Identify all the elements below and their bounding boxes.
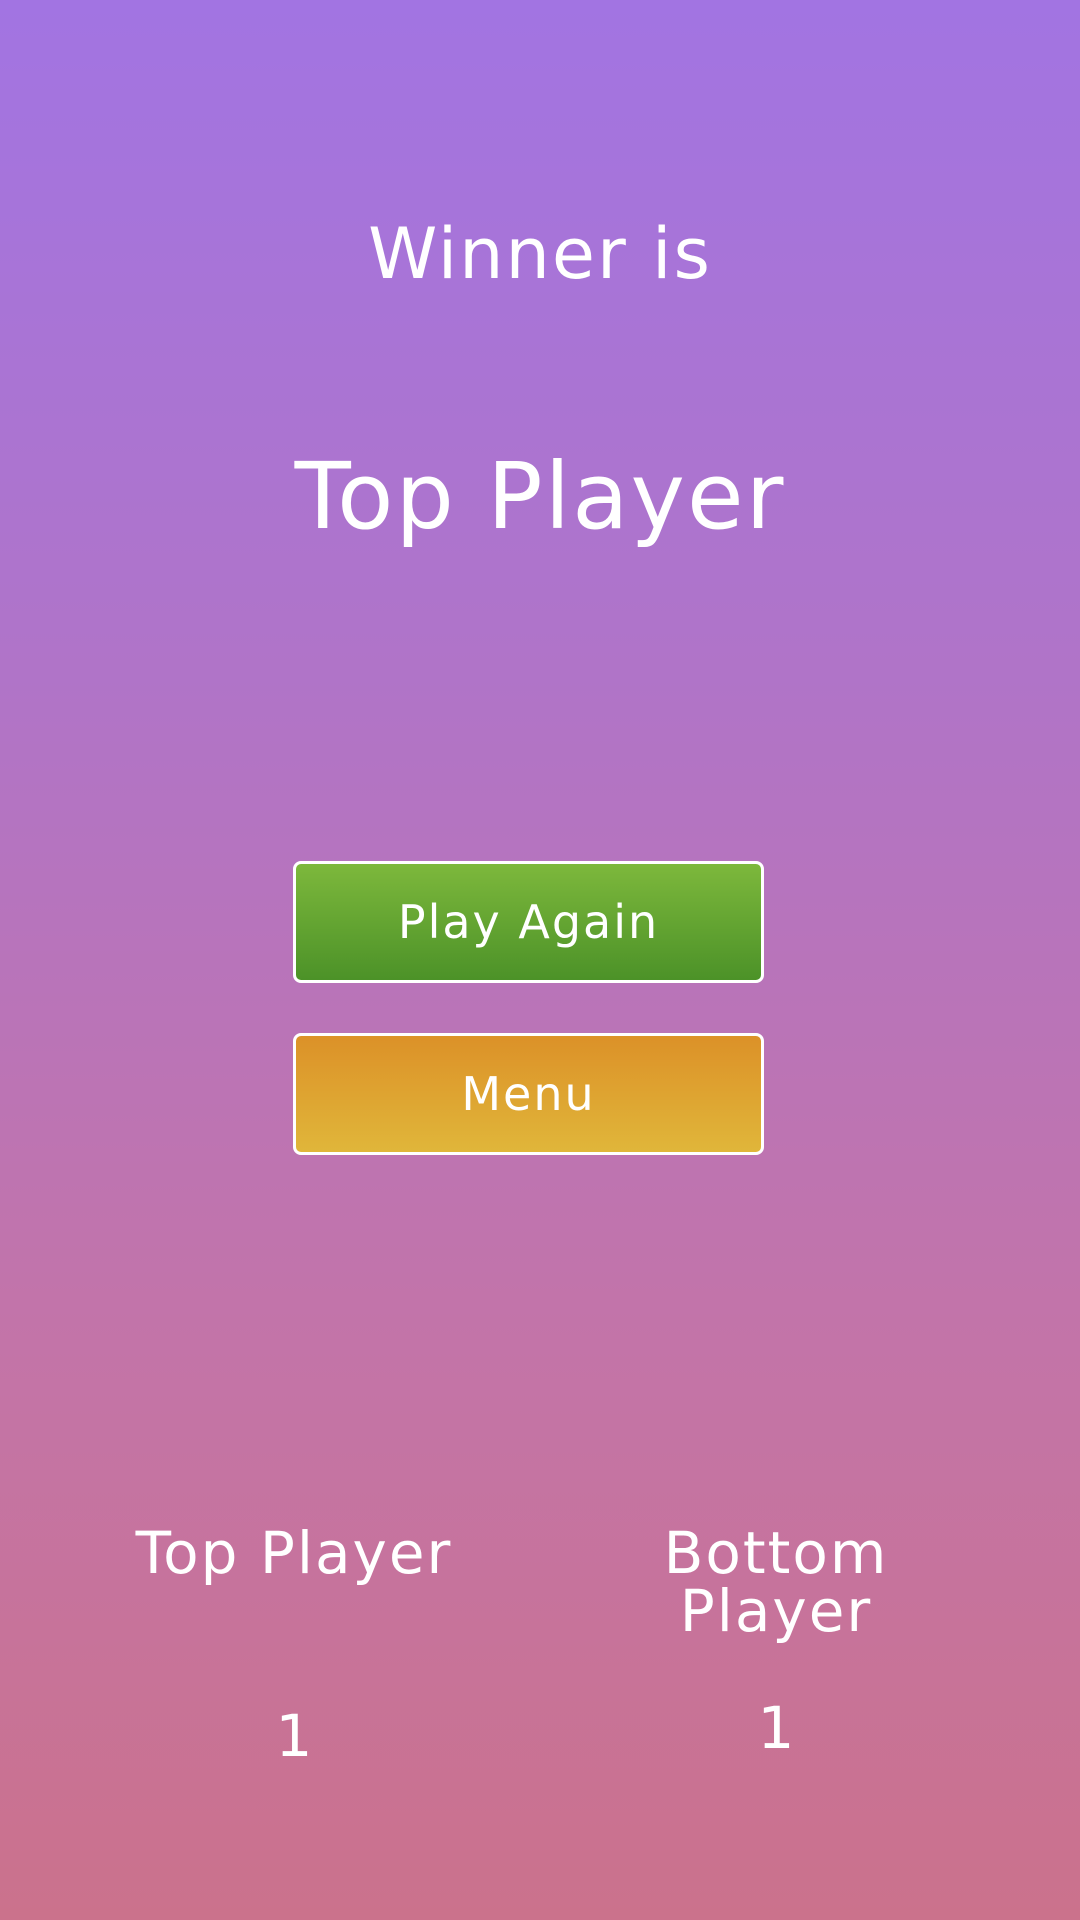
menu-label: Menu [461, 1067, 596, 1121]
play-again-label: Play Again [397, 895, 660, 949]
winner-label: Winner is [368, 213, 712, 295]
score-player-name: Top Player [135, 1519, 453, 1587]
game-over-screen: Winner is Top Player Play Again Menu Top… [0, 0, 1080, 1920]
play-again-button[interactable]: Play Again [293, 861, 764, 983]
menu-button[interactable]: Menu [293, 1033, 764, 1155]
score-player-name: Bottom Player [663, 1519, 889, 1645]
score-value: 1 [275, 1702, 313, 1770]
score-value: 1 [757, 1694, 795, 1762]
winner-name: Top Player [294, 443, 786, 550]
